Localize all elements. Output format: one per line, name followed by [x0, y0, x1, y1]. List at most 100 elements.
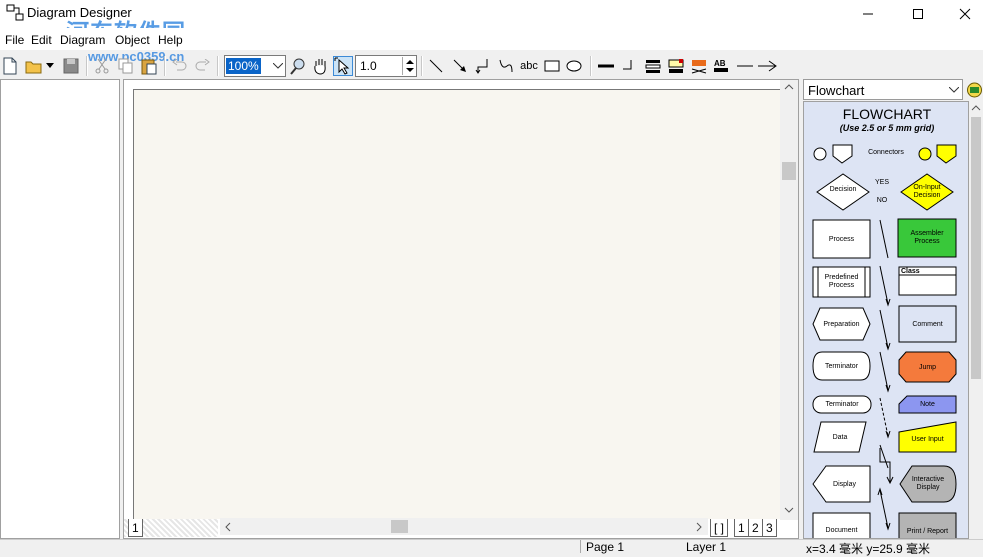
zoom-combobox[interactable]: 100% [224, 55, 286, 77]
scroll-left-icon [225, 522, 231, 532]
zoom-button[interactable] [288, 56, 308, 76]
arrow-line-icon [453, 59, 466, 72]
jump-shape[interactable]: Jump [899, 352, 956, 382]
line-width-spinner[interactable]: 1.0 [355, 55, 417, 77]
horizontal-scroll-thumb[interactable] [391, 520, 408, 533]
horizontal-scrollbar[interactable] [220, 518, 708, 535]
menu-diagram[interactable]: Diagram [60, 33, 105, 47]
redo-button[interactable] [192, 56, 212, 76]
arrow-line-tool-button[interactable] [450, 56, 470, 76]
select-tool-button[interactable] [333, 56, 353, 76]
text-format-icon: AB [714, 59, 728, 72]
library-options-icon[interactable] [966, 80, 983, 98]
save-button[interactable] [61, 56, 81, 76]
diagram-page[interactable] [133, 89, 780, 519]
print-report-shape[interactable]: Print / Report [899, 524, 956, 538]
sheet-tab-page-3[interactable]: 3 [762, 519, 777, 537]
vertical-scrollbar[interactable] [780, 80, 798, 520]
line-thin-button[interactable] [735, 56, 755, 76]
text-format-button[interactable]: AB [711, 56, 731, 76]
curve-connector-icon [499, 59, 513, 73]
toolbar-separator [421, 56, 423, 76]
cut-icon [95, 58, 109, 74]
interactive-display-shape[interactable]: Interactive Display [904, 466, 952, 502]
redo-icon [195, 59, 210, 71]
line-width-value: 1.0 [360, 59, 377, 73]
chevron-down-icon [273, 63, 283, 69]
spinner-arrows[interactable] [402, 57, 416, 75]
ellipse-tool-button[interactable] [564, 56, 584, 76]
maximize-button[interactable] [895, 0, 941, 28]
toolbar-separator [164, 56, 166, 76]
select-pointer-icon [334, 57, 350, 75]
rectangle-tool-button[interactable] [542, 56, 562, 76]
sheet-tab-blank[interactable]: [ ] [710, 519, 729, 537]
arrowhead-button[interactable] [757, 56, 777, 76]
pan-button[interactable] [310, 56, 330, 76]
line-icon [429, 59, 443, 73]
new-button[interactable] [0, 56, 20, 76]
line-end-button[interactable] [618, 56, 638, 76]
class-shape[interactable]: Class [901, 267, 931, 275]
sheet-tab-page-1[interactable]: 1 [734, 519, 749, 537]
comment-shape[interactable]: Comment [899, 306, 956, 342]
menu-help[interactable]: Help [158, 33, 183, 47]
line-style-button[interactable] [596, 56, 616, 76]
minimize-icon [863, 13, 873, 15]
undo-button[interactable] [170, 56, 190, 76]
open-dropdown[interactable] [44, 56, 56, 76]
text-tool-button[interactable]: abc [518, 56, 540, 76]
preparation-shape[interactable]: Preparation [813, 308, 870, 340]
line-end-icon [623, 60, 632, 70]
sheet-tab-1[interactable]: 1 [128, 519, 143, 537]
status-divider [580, 540, 581, 553]
palette-scroll-thumb[interactable] [971, 117, 981, 379]
fill-color-button[interactable] [643, 56, 663, 76]
zoom-value: 100% [226, 58, 261, 74]
app-icon [6, 4, 24, 21]
save-icon [63, 58, 79, 74]
connectors-label: Connectors [868, 149, 904, 156]
open-button[interactable] [24, 56, 44, 76]
decision-shape[interactable]: Decision [817, 186, 869, 193]
data-shape[interactable]: Data [814, 422, 866, 452]
paste-icon [141, 59, 157, 75]
minimize-button[interactable] [845, 0, 891, 28]
user-input-shape[interactable]: User Input [899, 427, 956, 452]
status-coordinates: x=3.4 毫米 y=25.9 毫米 [806, 542, 931, 556]
line-color-button[interactable] [666, 56, 686, 76]
toolbar-separator [217, 56, 219, 76]
sheet-tab-page-2[interactable]: 2 [748, 519, 763, 537]
terminator-shape[interactable]: Terminator [813, 352, 870, 380]
svg-text:AB: AB [714, 59, 726, 68]
display-shape[interactable]: Display [819, 466, 870, 502]
document-shape[interactable]: Document [813, 522, 870, 538]
menu-object[interactable]: Object [115, 33, 150, 47]
shadow-button[interactable] [689, 56, 709, 76]
page-list-panel[interactable] [0, 79, 120, 539]
palette-scrollbar[interactable] [969, 101, 983, 539]
open-folder-icon [25, 61, 42, 74]
elbow-connector-button[interactable] [473, 56, 493, 76]
copy-button[interactable] [116, 56, 136, 76]
assembler-process-shape[interactable]: Assembler Process [903, 219, 951, 257]
close-button[interactable] [942, 0, 983, 28]
process-shape[interactable]: Process [813, 220, 870, 258]
menu-edit[interactable]: Edit [31, 33, 52, 47]
shape-palette[interactable]: FLOWCHART (Use 2.5 or 5 mm grid) Connect… [803, 101, 969, 539]
on-input-decision-shape[interactable]: On-Input Decision [910, 182, 944, 202]
scroll-right-icon [696, 522, 702, 532]
predefined-process-shape[interactable]: Predefined Process [820, 267, 863, 297]
terminator-rounded-shape[interactable]: Terminator [813, 396, 871, 413]
vertical-scroll-thumb[interactable] [782, 162, 796, 180]
line-tool-button[interactable] [426, 56, 446, 76]
menu-file[interactable]: File [5, 33, 24, 47]
curve-connector-button[interactable] [496, 56, 516, 76]
copy-icon [118, 58, 133, 74]
paste-button[interactable] [139, 56, 159, 76]
library-selected: Flowchart [808, 83, 865, 98]
note-shape[interactable]: Note [899, 396, 956, 413]
library-selector[interactable]: Flowchart [803, 79, 963, 100]
maximize-icon [913, 9, 923, 19]
cut-button[interactable] [92, 56, 112, 76]
